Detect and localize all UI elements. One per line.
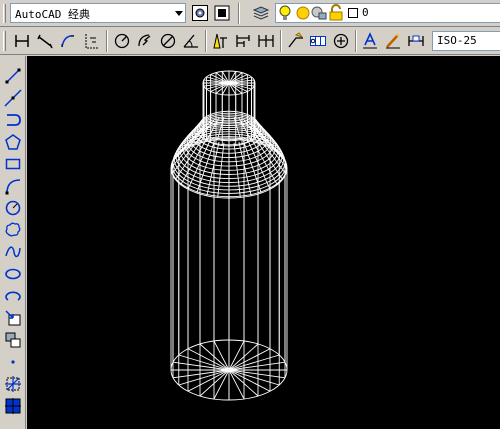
dimension-style-value: ISO-25 [437,34,477,47]
center-mark-icon [333,33,349,49]
revision-cloud-icon [5,222,21,237]
ordinate-dimension-icon [85,34,98,49]
radius-dimension-button[interactable] [111,30,133,52]
layer-color-swatch-icon [348,8,358,18]
construction-line-icon [4,89,22,107]
dimension-update-icon [408,35,424,46]
dimension-update-button[interactable] [405,30,427,52]
spline-button[interactable] [2,241,24,263]
ordinate-dimension-button[interactable] [80,30,102,52]
layer-viewport-freeze-toggle[interactable] [310,2,328,24]
rectangle-button[interactable] [2,153,24,175]
hatch-icon [5,376,21,392]
insert-block-icon [5,310,21,326]
revision-cloud-button[interactable] [2,219,24,241]
drawing-canvas[interactable] [27,56,500,429]
point-icon [11,360,15,364]
circle-button[interactable] [2,197,24,219]
customize-icon [214,5,230,21]
line-icon [5,68,21,84]
workspace-value: AutoCAD 经典 [15,8,90,21]
jogged-dimension-icon [138,34,151,47]
dimension-text-edit-icon [386,34,400,49]
dimension-edit-button[interactable] [359,30,381,52]
layer-manager-icon [252,6,270,20]
baseline-dimension-button[interactable] [232,30,254,52]
polyline-icon [7,114,21,126]
rectangle-icon [5,158,21,170]
wireframe-bottle-model [170,70,288,401]
ellipse-icon [5,268,21,280]
toolbar-separator [106,30,108,52]
angular-dimension-button[interactable] [180,30,202,52]
make-block-icon [5,332,21,348]
linear-dimension-icon [15,35,29,47]
aligned-dimension-icon [37,34,53,49]
draw-toolbar [0,56,26,429]
angular-dimension-icon [183,34,198,48]
radius-dimension-icon [114,33,130,49]
quick-dimension-icon [213,33,227,49]
workspaces-toolbar: AutoCAD 经典 0 [0,0,500,27]
layer-name: 0 [362,6,369,19]
arc-button[interactable] [2,175,24,197]
workspace-settings-icon [192,5,208,21]
continue-dimension-icon [258,35,274,47]
hatch-button[interactable] [2,373,24,395]
spline-icon [5,246,21,258]
toolbar-separator [205,30,207,52]
gradient-icon [5,398,21,414]
polygon-icon [5,134,21,150]
toolbar-separator [280,30,282,52]
lock-icon [329,4,343,21]
polygon-button[interactable] [2,131,24,153]
continue-dimension-button[interactable] [255,30,277,52]
polyline-button[interactable] [2,109,24,131]
point-button[interactable] [2,351,24,373]
tolerance-button[interactable] [307,30,329,52]
layer-dropdown[interactable]: 0 [275,3,500,23]
layer-on-toggle[interactable] [276,2,294,24]
dimension-toolbar: ISO-25 [0,27,500,55]
layer-manager-button[interactable] [250,2,272,24]
baseline-dimension-icon [236,35,250,47]
jogged-dimension-button[interactable] [134,30,156,52]
lightbulb-icon [279,5,291,20]
insert-block-button[interactable] [2,307,24,329]
ellipse-arc-icon [5,291,21,301]
arc-icon [5,179,21,195]
toolbar-separator [355,30,357,52]
freeze-icon [311,6,327,20]
linear-dimension-button[interactable] [11,30,33,52]
make-block-button[interactable] [2,329,24,351]
circle-icon [5,200,21,216]
workspace-dropdown[interactable]: AutoCAD 经典 [10,3,186,23]
customize-button[interactable] [211,2,233,24]
dimension-style-dropdown[interactable]: ISO-25 [432,31,500,51]
line-button[interactable] [2,65,24,87]
toolbar-separator [238,3,240,24]
diameter-dimension-button[interactable] [157,30,179,52]
toolbar-grip[interactable] [3,4,6,23]
ellipse-arc-button[interactable] [2,285,24,307]
quick-leader-button[interactable] [285,30,307,52]
center-mark-button[interactable] [330,30,352,52]
diameter-dimension-icon [160,33,176,49]
workspace-settings-button[interactable] [189,2,211,24]
dimension-edit-icon [363,32,377,49]
gradient-button[interactable] [2,395,24,417]
dimension-text-edit-button[interactable] [382,30,404,52]
chevron-down-icon [175,11,183,16]
aligned-dimension-button[interactable] [34,30,56,52]
ellipse-button[interactable] [2,263,24,285]
quick-leader-icon [288,32,304,48]
arc-length-button[interactable] [57,30,79,52]
toolbar-grip[interactable] [3,31,6,51]
tolerance-icon [310,36,326,46]
construction-line-button[interactable] [2,87,24,109]
quick-dimension-button[interactable] [209,30,231,52]
layer-lock-toggle[interactable] [327,2,345,24]
arc-length-icon [61,35,75,48]
